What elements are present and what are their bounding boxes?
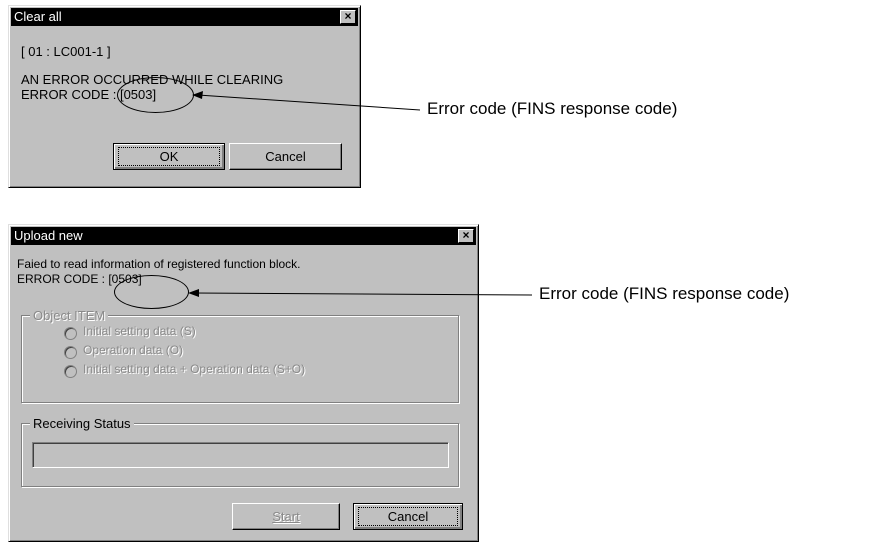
annotation-arrows	[188, 91, 533, 297]
arrowhead-1	[192, 91, 203, 99]
arrowhead-2	[188, 289, 199, 297]
annotation-arrow-1	[197, 94, 421, 111]
annotation-arrow-2	[193, 292, 533, 296]
